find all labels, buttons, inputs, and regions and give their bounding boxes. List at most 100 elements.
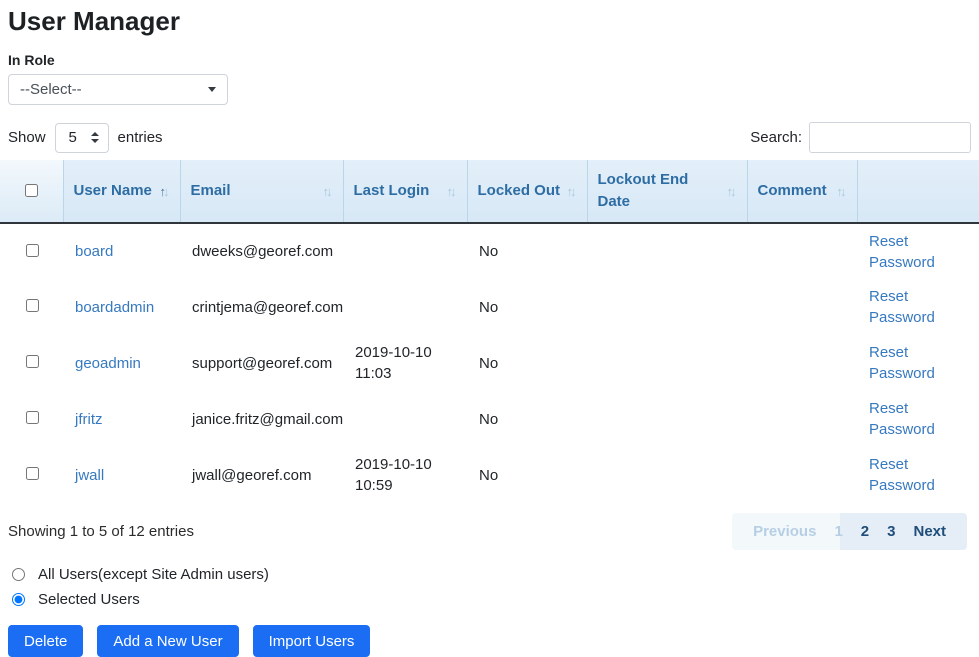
role-select[interactable]: --Select--	[8, 74, 228, 105]
user-name-cell: geoadmin	[63, 335, 180, 391]
reset-password-link[interactable]: Reset Password	[869, 233, 935, 271]
column-header-email[interactable]: Email ↑↓	[180, 160, 343, 223]
row-select-cell	[0, 279, 63, 335]
add-a-new-user-button[interactable]: Add a New User	[97, 625, 238, 657]
table-info: Showing 1 to 5 of 12 entries	[8, 523, 194, 540]
row-checkbox[interactable]	[26, 244, 39, 257]
reset-password-link[interactable]: Reset Password	[869, 288, 935, 326]
in-role-label: In Role	[8, 52, 971, 68]
user-link[interactable]: boardadmin	[75, 299, 154, 316]
row-select-cell	[0, 223, 63, 279]
user-link[interactable]: jfritz	[75, 411, 103, 428]
user-scope-option[interactable]: All Users(except Site Admin users)	[8, 563, 971, 585]
user-scope-option[interactable]: Selected Users	[8, 588, 971, 610]
comment-cell	[747, 447, 857, 503]
locked-out-cell: No	[467, 447, 587, 503]
column-header-select-all	[0, 160, 63, 223]
action-buttons: Delete Add a New User Import Users	[0, 625, 979, 657]
sort-icon: ↑↓	[447, 184, 457, 199]
last-login-cell	[343, 223, 467, 279]
column-header-last-login[interactable]: Last Login↑↓	[343, 160, 467, 223]
sort-icon: ↑↓	[323, 184, 333, 199]
table-header-row: User Name↑↓Email↑↓Last Login↑↓Locked Out…	[0, 160, 979, 223]
email-cell: janice.fritz@gmail.com	[180, 391, 343, 447]
page-button-next[interactable]: Next	[904, 523, 955, 540]
user-link[interactable]: geoadmin	[75, 355, 141, 372]
email-cell: support@georef.com	[180, 335, 343, 391]
delete-button[interactable]: Delete	[8, 625, 83, 657]
lockout-end-date-cell	[587, 447, 747, 503]
table-row: boarddweeks@georef.comNoReset Password	[0, 223, 979, 279]
user-link[interactable]: jwall	[75, 467, 104, 484]
table-toolbar: Show 5 entries Search:	[8, 122, 971, 153]
lockout-end-date-cell	[587, 223, 747, 279]
spinner-arrows-icon	[91, 132, 99, 143]
table-search: Search:	[750, 122, 971, 153]
table-row: jfritz janice.fritz@gmail.com No Reset Pass…	[0, 391, 979, 447]
row-checkbox[interactable]	[26, 355, 39, 368]
reset-password-link[interactable]: Reset Password	[869, 344, 935, 382]
row-checkbox[interactable]	[26, 299, 39, 312]
locked-out-cell: No	[467, 391, 587, 447]
sort-desc-arrow: ↓	[326, 184, 330, 199]
user-name-cell: board	[63, 223, 180, 279]
reset-password-link[interactable]: Reset Password	[869, 456, 935, 494]
sort-icon: ↑↓	[567, 184, 577, 199]
users-table: User Name↑↓Email↑↓Last Login↑↓Locked Out…	[0, 160, 979, 503]
sort-icon: ↑↓	[727, 184, 737, 199]
role-filter: In Role --Select--	[8, 52, 971, 105]
reset-password-link[interactable]: Reset Password	[869, 400, 935, 438]
sort-icon: ↑↓	[837, 184, 847, 199]
select-all-checkbox[interactable]	[25, 184, 38, 197]
page-button-1: 1	[825, 523, 851, 540]
radio-button[interactable]	[12, 568, 25, 581]
user-scope-options: All Users(except Site Admin users) Select…	[0, 563, 979, 610]
column-header-empty	[857, 160, 979, 223]
user-manager-page: User Manager In Role --Select-- Show 5 e…	[0, 6, 979, 657]
email-cell: jwall@georef.com	[180, 447, 343, 503]
sort-desc-arrow: ↓	[570, 184, 574, 199]
import-users-button[interactable]: Import Users	[253, 625, 371, 657]
email-cell: crintjema@georef.com	[180, 279, 343, 335]
page-title: User Manager	[8, 6, 971, 37]
page-button-2[interactable]: 2	[852, 523, 878, 540]
page-button-previous: Previous	[744, 523, 825, 540]
entries-select[interactable]: 5	[55, 123, 109, 153]
last-login-cell: 2019-10-10 10:59	[343, 447, 467, 503]
locked-out-cell: No	[467, 335, 587, 391]
lockout-end-date-cell	[587, 391, 747, 447]
comment-cell	[747, 279, 857, 335]
sort-icon: ↑↓	[160, 184, 170, 199]
action-cell: Reset Password	[857, 279, 979, 335]
column-header-user-name[interactable]: User Name ↑↓	[63, 160, 180, 223]
column-header-locked-out[interactable]: Locked Out↑↓	[467, 160, 587, 223]
chevron-down-icon	[208, 87, 216, 92]
user-name-cell: jfritz	[63, 391, 180, 447]
page-button-3[interactable]: 3	[878, 523, 904, 540]
entries-select-value: 5	[69, 129, 77, 146]
comment-cell	[747, 335, 857, 391]
sort-desc-arrow: ↓	[450, 184, 454, 199]
column-label: Comment	[758, 180, 827, 202]
radio-label: All Users(except Site Admin users)	[38, 566, 269, 583]
last-login-cell	[343, 279, 467, 335]
row-checkbox[interactable]	[26, 467, 39, 480]
search-input[interactable]	[809, 122, 971, 153]
column-header-lockout-end-date[interactable]: Lockout End Date↑↓	[587, 160, 747, 223]
action-cell: Reset Password	[857, 447, 979, 503]
column-label: Email	[191, 180, 231, 202]
table-row: geoadminsupport@georef.com2019-10-10 11:…	[0, 335, 979, 391]
role-select-value: --Select--	[20, 81, 82, 98]
row-select-cell	[0, 335, 63, 391]
row-checkbox[interactable]	[26, 411, 39, 424]
column-label: User Name	[74, 180, 152, 202]
column-header-comment[interactable]: Comment ↑↓	[747, 160, 857, 223]
lockout-end-date-cell	[587, 279, 747, 335]
user-link[interactable]: board	[75, 243, 113, 260]
sort-desc-arrow: ↓	[163, 184, 167, 199]
radio-button[interactable]	[12, 593, 25, 606]
table-footer: Showing 1 to 5 of 12 entries Previous123…	[0, 513, 979, 550]
last-login-cell	[343, 391, 467, 447]
action-cell: Reset Password	[857, 223, 979, 279]
search-label: Search:	[750, 129, 802, 146]
